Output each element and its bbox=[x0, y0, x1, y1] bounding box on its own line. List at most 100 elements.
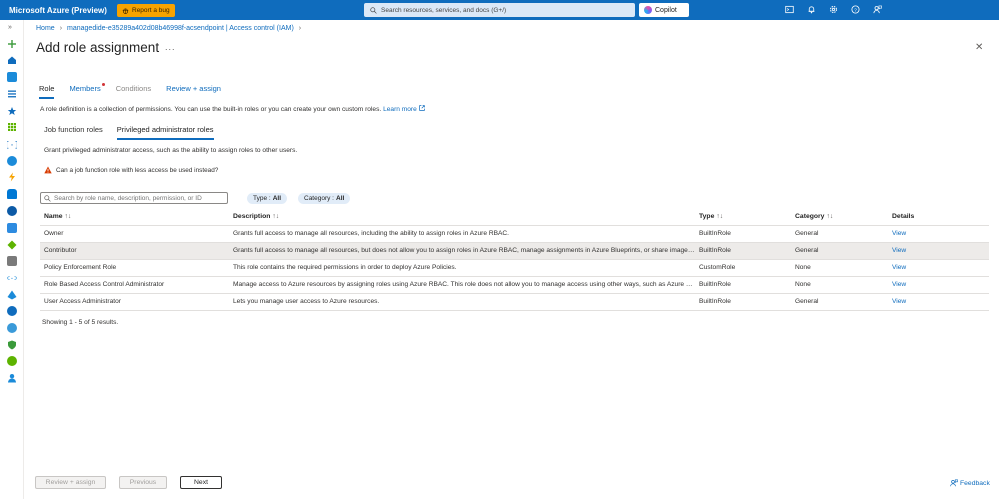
bell-icon[interactable] bbox=[806, 4, 817, 15]
search-icon bbox=[44, 194, 51, 202]
view-link[interactable]: View bbox=[892, 230, 952, 237]
virtual-machines-icon[interactable] bbox=[7, 223, 17, 233]
column-header-description[interactable]: Description ↑↓ bbox=[233, 213, 695, 220]
role-description-cell: Grants full access to manage all resourc… bbox=[233, 247, 695, 254]
monitor-icon[interactable] bbox=[7, 306, 17, 316]
entra-id-icon[interactable] bbox=[7, 290, 17, 300]
sql-database-icon[interactable] bbox=[7, 189, 17, 199]
tab-members[interactable]: Members bbox=[69, 83, 105, 99]
sort-icon: ↑↓ bbox=[716, 213, 724, 220]
view-link[interactable]: View bbox=[892, 298, 952, 305]
cost-management-icon[interactable] bbox=[7, 356, 17, 366]
warning-text: Can a job function role with less access… bbox=[56, 166, 219, 174]
column-header-type[interactable]: Type ↑↓ bbox=[699, 213, 789, 220]
global-search[interactable]: Search resources, services, and docs (G+… bbox=[364, 3, 635, 17]
create-resource-icon[interactable] bbox=[7, 39, 17, 49]
role-type: CustomRole bbox=[699, 264, 736, 271]
role-search-input[interactable] bbox=[54, 194, 224, 202]
required-dot-icon bbox=[101, 83, 105, 86]
feedback-link[interactable]: Feedback bbox=[950, 479, 990, 487]
table-row[interactable]: Owner Grants full access to manage all r… bbox=[40, 226, 989, 243]
favorites-star-icon[interactable] bbox=[7, 106, 17, 116]
function-app-icon[interactable] bbox=[7, 172, 17, 182]
view-link[interactable]: View bbox=[892, 281, 952, 288]
table-row[interactable]: Policy Enforcement Role This role contai… bbox=[40, 260, 989, 277]
role-type-subtabs: Job function roles Privileged administra… bbox=[44, 125, 228, 140]
view-link[interactable]: View bbox=[892, 247, 952, 254]
warning-icon bbox=[44, 166, 52, 174]
grant-text: Grant privileged administrator access, s… bbox=[44, 147, 298, 154]
view-link[interactable]: View bbox=[892, 264, 952, 271]
type-filter-pill[interactable]: Type : All bbox=[247, 193, 288, 204]
expand-nav-icon[interactable]: » bbox=[8, 24, 12, 31]
category-filter-pill[interactable]: Category : All bbox=[298, 193, 351, 204]
tab-conditions[interactable]: Conditions bbox=[116, 84, 151, 99]
help-icon[interactable]: ? bbox=[850, 4, 861, 15]
column-type-label: Type bbox=[699, 213, 715, 220]
global-search-placeholder: Search resources, services, and docs (G+… bbox=[381, 6, 507, 14]
subtab-privileged-admin-label: Privileged administrator roles bbox=[116, 125, 214, 134]
svg-text:[·]: [·] bbox=[7, 141, 17, 149]
role-description-cell: Grants full access to manage all resourc… bbox=[233, 230, 509, 237]
search-icon bbox=[370, 6, 377, 14]
next-button[interactable]: Next bbox=[180, 476, 222, 489]
sort-icon: ↑↓ bbox=[826, 213, 834, 220]
role-category: General bbox=[795, 298, 819, 305]
tab-role[interactable]: Role bbox=[39, 84, 55, 99]
copilot-button[interactable]: Copilot bbox=[639, 3, 689, 17]
report-bug-button[interactable]: Report a bug bbox=[117, 3, 175, 17]
all-services-icon[interactable] bbox=[7, 89, 17, 99]
column-details-label: Details bbox=[892, 213, 915, 220]
table-header: Name ↑↓ Description ↑↓ Type ↑↓ Category ↑↓ D… bbox=[40, 209, 989, 226]
role-name: Owner bbox=[44, 230, 64, 237]
advisor-icon[interactable] bbox=[7, 323, 17, 333]
left-nav: » [·] <·> bbox=[0, 20, 24, 499]
virtual-networks-icon[interactable]: <·> bbox=[6, 273, 19, 284]
external-link-icon bbox=[418, 105, 425, 111]
page-title: Add role assignment bbox=[36, 40, 160, 55]
cosmos-db-icon[interactable] bbox=[7, 206, 17, 216]
app-services-icon[interactable] bbox=[7, 156, 17, 166]
learn-more-link[interactable]: Learn more bbox=[383, 105, 425, 113]
role-description: A role definition is a collection of per… bbox=[40, 106, 382, 113]
review-assign-button[interactable]: Review + assign bbox=[35, 476, 106, 489]
subtab-privileged-admin-roles[interactable]: Privileged administrator roles bbox=[116, 125, 214, 140]
bug-icon bbox=[122, 8, 129, 14]
table-row[interactable]: Contributor Grants full access to manage… bbox=[40, 243, 989, 260]
role-name: User Access Administrator bbox=[44, 298, 121, 305]
feedback-person-icon[interactable] bbox=[872, 4, 883, 15]
breadcrumb-home[interactable]: Home bbox=[36, 25, 55, 32]
tab-review-assign-label: Review + assign bbox=[166, 84, 221, 93]
type-filter-label: Type : bbox=[253, 195, 271, 202]
column-header-name[interactable]: Name ↑↓ bbox=[44, 213, 229, 220]
defender-shield-icon[interactable] bbox=[7, 340, 17, 350]
role-category: General bbox=[795, 247, 819, 254]
breadcrumb-access-control[interactable]: managedide-e35289a402d08b46998f-acsendpo… bbox=[67, 25, 294, 32]
gear-icon[interactable] bbox=[828, 4, 839, 15]
table-row[interactable]: Role Based Access Control Administrator … bbox=[40, 277, 989, 294]
column-header-category[interactable]: Category ↑↓ bbox=[795, 213, 885, 220]
all-resources-icon[interactable] bbox=[7, 122, 17, 132]
tab-review-assign[interactable]: Review + assign bbox=[166, 84, 221, 99]
storage-accounts-icon[interactable] bbox=[7, 256, 17, 266]
more-options-icon[interactable]: ... bbox=[165, 42, 176, 52]
type-filter-value: All bbox=[272, 195, 282, 202]
close-icon[interactable]: ✕ bbox=[975, 42, 983, 53]
role-type: BuiltInRole bbox=[699, 298, 731, 305]
roles-table: Name ↑↓ Description ↑↓ Type ↑↓ Category ↑↓ D… bbox=[40, 209, 989, 311]
table-row[interactable]: User Access Administrator Lets you manag… bbox=[40, 294, 989, 311]
subtab-job-function-roles[interactable]: Job function roles bbox=[44, 125, 103, 140]
portal-brand[interactable]: Microsoft Azure (Preview) bbox=[9, 6, 117, 15]
cloud-shell-icon[interactable] bbox=[784, 4, 795, 15]
help-support-icon[interactable] bbox=[7, 373, 17, 383]
role-category: None bbox=[795, 281, 811, 288]
role-search-field[interactable] bbox=[40, 192, 228, 204]
category-filter-label: Category : bbox=[304, 195, 334, 202]
load-balancer-icon[interactable] bbox=[7, 240, 17, 250]
resource-groups-icon[interactable]: [·] bbox=[5, 139, 19, 150]
home-icon[interactable] bbox=[7, 55, 17, 65]
top-bar: Microsoft Azure (Preview) Report a bug S… bbox=[0, 0, 999, 20]
dashboard-icon[interactable] bbox=[7, 72, 17, 82]
previous-button[interactable]: Previous bbox=[119, 476, 167, 489]
report-bug-label: Report a bug bbox=[132, 6, 170, 14]
